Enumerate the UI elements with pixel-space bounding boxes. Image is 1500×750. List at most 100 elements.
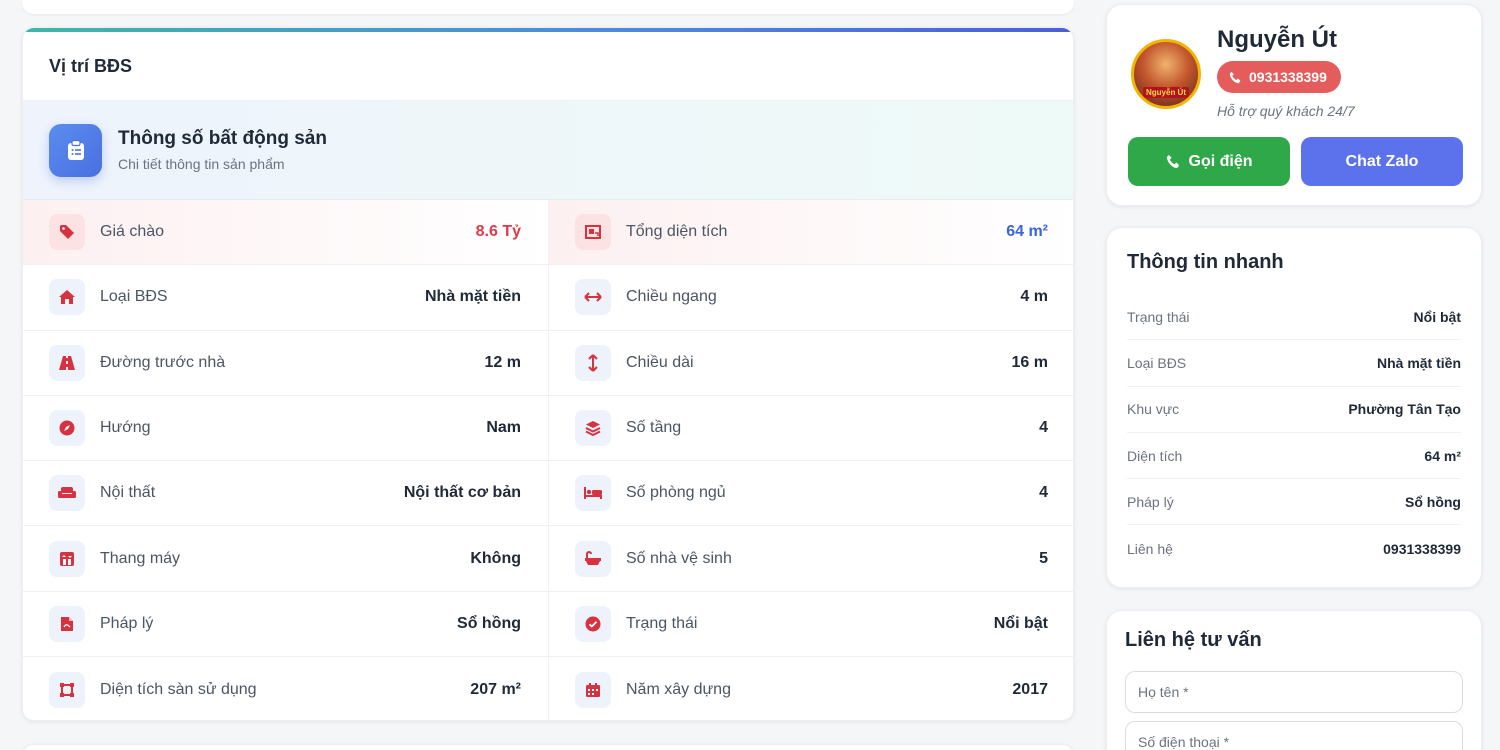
layers-icon [575, 410, 611, 447]
spec-label: Pháp lý [100, 614, 154, 632]
next-section-card [22, 745, 1074, 750]
quick-info-row: Trạng thái Nổi bật [1127, 294, 1461, 341]
spec-value: 12 m [484, 353, 521, 371]
quick-info-label: Liên hệ [1127, 540, 1173, 557]
quick-info-label: Khu vực [1127, 401, 1180, 418]
floor-area-icon [49, 671, 85, 708]
spec-label: Đường trước nhà [100, 353, 226, 371]
quick-info-value: Sổ hồng [1405, 493, 1461, 510]
quick-info-value: 0931338399 [1383, 540, 1461, 557]
sofa-icon [49, 475, 85, 512]
spec-value: 8.6 Tỷ [475, 223, 521, 241]
call-button-label: Gọi điện [1188, 152, 1253, 170]
avatar: Nguyễn Út [1131, 39, 1201, 109]
quick-info-label: Pháp lý [1127, 493, 1174, 510]
spec-row: Số phòng ngủ 4 [549, 461, 1073, 527]
spec-value: 5 [1039, 549, 1048, 567]
document-icon [49, 605, 85, 642]
spec-value: 16 m [1011, 353, 1048, 371]
quick-info-label: Loại BĐS [1127, 354, 1187, 371]
bath-icon [575, 540, 611, 577]
spec-value: Nổi bật [993, 614, 1048, 632]
spec-value: 4 [1039, 419, 1048, 437]
spec-label: Chiều dài [626, 353, 694, 371]
spec-row: Diện tích sàn sử dụng 207 m² [23, 657, 549, 720]
quick-info-value: Phường Tân Tạo [1348, 401, 1461, 418]
spec-row: Chiều dài 16 m [549, 331, 1073, 396]
spec-label: Nội thất [100, 484, 156, 502]
quick-info-row: Liên hệ 0931338399 [1127, 525, 1461, 571]
spec-value: Nam [486, 419, 521, 437]
phone-icon [1166, 154, 1179, 169]
home-icon [49, 279, 85, 316]
compass-icon [49, 410, 85, 447]
spec-label: Năm xây dựng [626, 680, 731, 698]
contact-form-title: Liên hệ tư vấn [1125, 629, 1262, 651]
quick-info-row: Pháp lý Sổ hồng [1127, 479, 1461, 526]
phone-icon [1229, 71, 1241, 83]
spec-value: Nội thất cơ bản [403, 484, 521, 502]
chat-zalo-button[interactable]: Chat Zalo [1301, 137, 1463, 186]
spec-row: Chiều ngang 4 m [549, 265, 1073, 331]
bed-icon [575, 475, 611, 512]
quick-info-row: Diện tích 64 m² [1127, 433, 1461, 480]
spec-row: Thang máy Không [23, 526, 549, 592]
spec-label: Tổng diện tích [626, 223, 728, 241]
price-tag-icon [49, 214, 85, 251]
elevator-icon [49, 540, 85, 577]
specs-subtitle: Chi tiết thông tin sản phẩm [118, 156, 285, 172]
spec-row: Tổng diện tích 64 m² [549, 200, 1073, 266]
spec-value: 207 m² [470, 680, 521, 698]
spec-label: Giá chào [100, 223, 165, 241]
check-circle-icon [575, 605, 611, 642]
quick-info-label: Trạng thái [1127, 308, 1190, 325]
quick-info-card: Thông tin nhanh Trạng thái Nổi bật Loại … [1106, 227, 1482, 588]
calendar-icon [575, 671, 611, 708]
spec-row: Pháp lý Sổ hồng [23, 591, 549, 658]
spec-value: 2017 [1012, 680, 1048, 698]
spec-label: Số tầng [626, 419, 682, 437]
spec-label: Loại BĐS [100, 288, 168, 306]
phone-field[interactable] [1125, 721, 1463, 750]
agent-name: Nguyễn Út [1217, 26, 1337, 53]
quick-info-value: Nhà mặt tiền [1376, 354, 1461, 371]
clipboard-icon [49, 123, 102, 177]
quick-info-row: Khu vực Phường Tân Tạo [1127, 387, 1461, 433]
spec-label: Số phòng ngủ [626, 484, 726, 502]
specs-grid: Giá chào 8.6 Tỷ Tổng diện tích 64 m² Loạ… [23, 200, 1073, 720]
spec-label: Hướng [100, 419, 151, 437]
spec-row: Số nhà vệ sinh 5 [549, 526, 1073, 592]
spec-row: Số tầng 4 [549, 396, 1073, 462]
spec-label: Diện tích sàn sử dụng [100, 680, 257, 698]
quick-info-label: Diện tích [1127, 447, 1183, 464]
contact-form-card: Liên hệ tư vấn [1106, 610, 1482, 750]
section-title: Vị trí BĐS [23, 32, 1073, 101]
name-field[interactable] [1125, 671, 1463, 713]
support-text: Hỗ trợ quý khách 24/7 [1217, 103, 1355, 119]
spec-row: Giá chào 8.6 Tỷ [23, 200, 549, 266]
quick-info-title: Thông tin nhanh [1127, 251, 1284, 273]
quick-info-value: Nổi bật [1413, 308, 1461, 325]
property-specs-card: Vị trí BĐS Thông số bất động sản Chi tiế… [22, 27, 1074, 721]
spec-row: Trạng thái Nổi bật [549, 592, 1073, 658]
spec-row: Loại BĐS Nhà mặt tiền [23, 265, 549, 331]
length-arrows-icon [575, 344, 611, 381]
specs-header: Thông số bất động sản Chi tiết thông tin… [23, 101, 1073, 200]
spec-value: Sổ hồng [457, 614, 521, 632]
agent-phone-link[interactable]: 0931338399 [1217, 61, 1341, 93]
spec-row: Hướng Nam [23, 395, 549, 462]
specs-title: Thông số bất động sản [118, 128, 327, 149]
spec-row: Nội thất Nội thất cơ bản [23, 461, 549, 527]
spec-value: Không [470, 549, 521, 567]
agent-card: Nguyễn Út Nguyễn Út 0931338399 Hỗ trợ qu… [1106, 4, 1482, 206]
agent-phone: 0931338399 [1249, 69, 1327, 85]
quick-info-value: 64 m² [1424, 447, 1461, 464]
spec-label: Số nhà vệ sinh [626, 549, 732, 567]
call-button[interactable]: Gọi điện [1128, 137, 1290, 186]
width-arrows-icon [575, 279, 611, 316]
area-icon [575, 214, 611, 251]
road-icon [49, 344, 85, 381]
chat-zalo-label: Chat Zalo [1345, 152, 1419, 170]
spec-row: Đường trước nhà 12 m [23, 330, 549, 396]
spec-value: 4 m [1020, 288, 1048, 306]
